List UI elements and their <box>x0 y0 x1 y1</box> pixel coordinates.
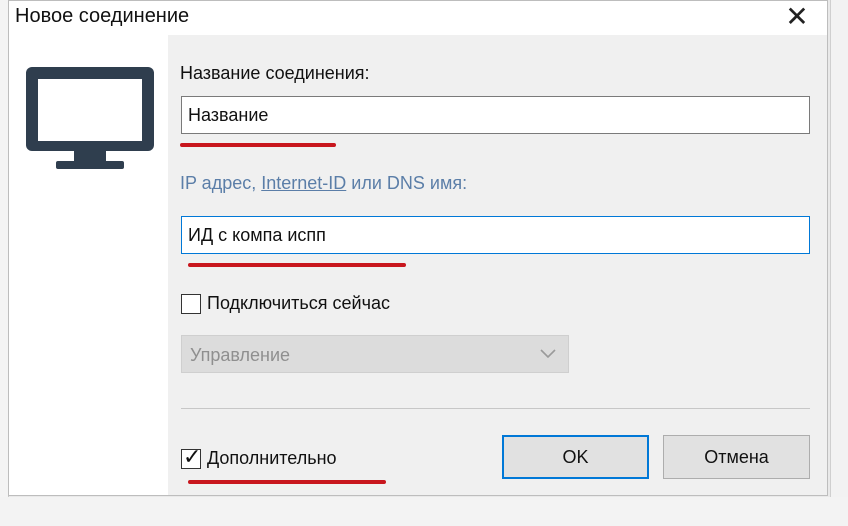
close-button[interactable]: ✕ <box>781 3 813 31</box>
title-bar: Новое соединение ✕ <box>9 1 827 35</box>
connect-now-row[interactable]: Подключиться сейчас <box>181 293 390 314</box>
advanced-row[interactable]: ✓ Дополнительно <box>181 443 337 469</box>
checkmark-icon: ✓ <box>183 443 202 469</box>
mode-select-value: Управление <box>190 345 291 365</box>
connection-name-label: Название соединения: <box>180 63 370 83</box>
background-window-right <box>830 0 848 526</box>
annotation-underline-advanced <box>188 480 386 484</box>
address-label: IP адрес, Internet-ID или DNS имя: <box>180 173 467 194</box>
connect-now-label: Подключиться сейчас <box>207 293 390 313</box>
divider <box>181 408 810 409</box>
connection-form: Название соединения: Название IP адрес, … <box>168 35 827 495</box>
background-window-bottom <box>0 497 848 526</box>
close-icon: ✕ <box>785 1 809 32</box>
ok-button[interactable]: OK <box>502 435 649 479</box>
address-label-prefix: IP адрес, <box>180 173 257 193</box>
advanced-checkbox[interactable]: ✓ <box>181 443 202 469</box>
connect-now-checkbox[interactable] <box>181 293 201 314</box>
dialog-title: Новое соединение <box>15 5 190 27</box>
cancel-button[interactable]: Отмена <box>663 435 810 479</box>
new-connection-dialog: Новое соединение ✕ Название соединения: … <box>8 0 828 496</box>
internet-id-link[interactable]: Internet-ID <box>261 173 346 193</box>
address-label-suffix: или DNS имя: <box>351 173 468 193</box>
annotation-underline-id <box>188 263 406 267</box>
icon-pane <box>10 35 168 495</box>
address-input[interactable]: ИД с компа испп <box>181 216 810 254</box>
advanced-label: Дополнительно <box>207 448 337 468</box>
monitor-icon <box>26 67 154 169</box>
mode-select: Управление <box>181 335 569 373</box>
annotation-underline-name <box>180 143 336 147</box>
chevron-down-icon <box>540 349 556 359</box>
connection-name-input[interactable]: Название <box>181 96 810 134</box>
